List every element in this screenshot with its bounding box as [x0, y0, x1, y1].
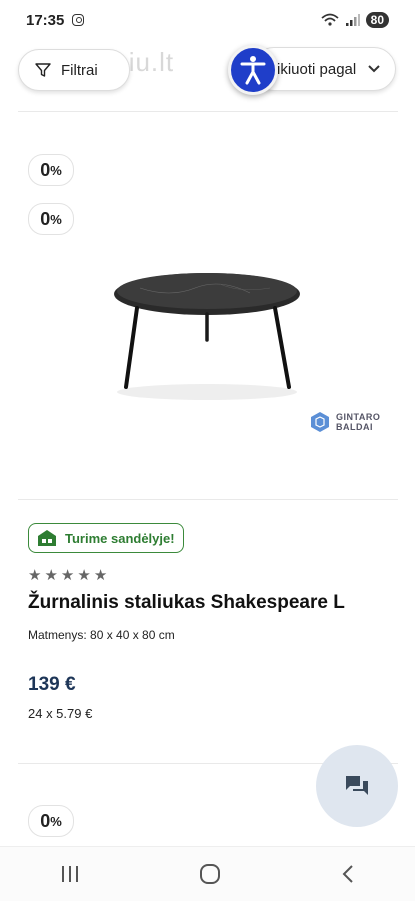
home-icon[interactable] [199, 863, 221, 885]
wifi-icon [321, 13, 339, 26]
chevron-down-icon [368, 65, 380, 73]
discount-badge: 0% [28, 203, 74, 235]
chat-button[interactable] [316, 745, 398, 827]
sort-label: ikiuoti pagal [277, 60, 357, 78]
star-icon: ★ [44, 567, 58, 584]
star-icon: ★ [77, 567, 91, 584]
divider [18, 499, 398, 500]
toolbar: Ji skelbiu.lt Filtrai ikiuoti pagal [0, 45, 415, 101]
filter-icon [35, 63, 51, 77]
rating-stars: ★ ★ ★ ★ ★ [28, 566, 107, 584]
warehouse-icon [38, 530, 56, 546]
product-image[interactable] [100, 258, 315, 408]
recent-apps-icon[interactable] [60, 865, 80, 883]
battery-indicator: 80 [365, 12, 389, 28]
instagram-icon [72, 14, 85, 26]
status-bar: 17:35 80 [0, 0, 415, 40]
installment-price: 24 x 5.79 € [28, 706, 93, 721]
discount-badge: 0% [28, 154, 74, 186]
divider [18, 111, 398, 112]
accessibility-icon [240, 56, 266, 85]
star-icon: ★ [93, 567, 108, 584]
product-dimensions: Matmenys: 80 x 40 x 80 cm [28, 628, 175, 642]
product-title[interactable]: Žurnalinis staliukas Shakespeare L [28, 592, 345, 614]
product-price: 139 € [28, 674, 76, 695]
filter-label: Filtrai [61, 61, 98, 79]
chat-icon [346, 776, 368, 795]
signal-icon [345, 14, 360, 26]
stock-label: Turime sandėlyje! [65, 530, 175, 546]
star-icon: ★ [28, 567, 42, 584]
discount-badge: 0% [28, 805, 74, 837]
brand-logo: GINTARO BALDAI [310, 411, 380, 433]
stock-badge: Turime sandėlyje! [28, 523, 184, 553]
brand-logo-icon [311, 412, 329, 432]
system-nav-bar [0, 846, 415, 901]
clock: 17:35 [26, 11, 65, 29]
star-icon: ★ [60, 567, 75, 584]
filter-button[interactable]: Filtrai [18, 49, 130, 91]
accessibility-button[interactable] [228, 45, 278, 95]
back-icon[interactable] [340, 864, 356, 884]
